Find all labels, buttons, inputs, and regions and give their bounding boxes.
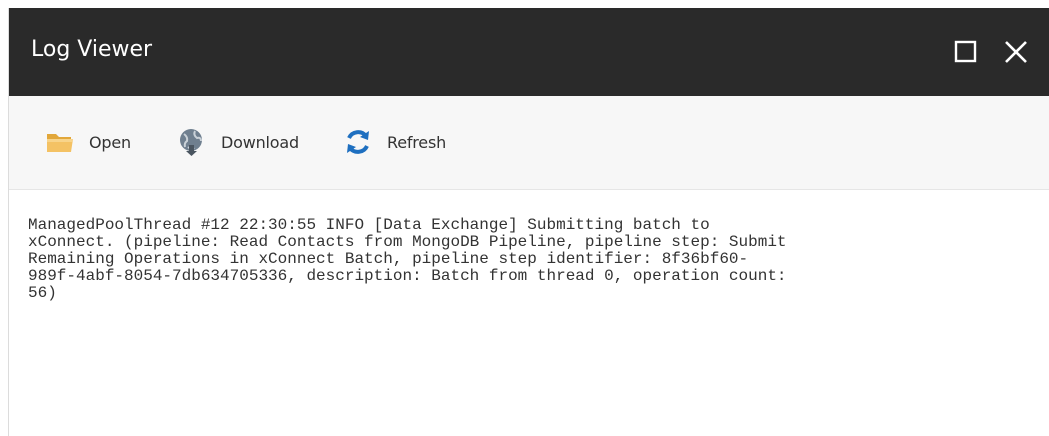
log-viewer-window: Log Viewer Open Download Refresh Managed… bbox=[8, 8, 1049, 436]
toolbar: Open Download Refresh bbox=[9, 96, 1049, 190]
log-text: ManagedPoolThread #12 22:30:55 INFO [Dat… bbox=[28, 217, 1038, 302]
log-content-area[interactable]: ManagedPoolThread #12 22:30:55 INFO [Dat… bbox=[9, 190, 1049, 436]
open-button[interactable]: Open bbox=[44, 126, 131, 158]
refresh-label: Refresh bbox=[387, 132, 447, 152]
download-label: Download bbox=[221, 132, 299, 152]
open-label: Open bbox=[89, 132, 131, 152]
maximize-button[interactable] bbox=[949, 35, 983, 69]
log-line: Remaining Operations in xConnect Batch, … bbox=[28, 250, 749, 268]
log-line: 56) bbox=[28, 284, 57, 302]
globe-download-icon bbox=[176, 126, 208, 158]
log-line: xConnect. (pipeline: Read Contacts from … bbox=[28, 233, 787, 251]
refresh-icon bbox=[342, 126, 374, 158]
maximize-icon bbox=[954, 40, 977, 63]
title-bar: Log Viewer bbox=[9, 8, 1049, 96]
log-line: ManagedPoolThread #12 22:30:55 INFO [Dat… bbox=[28, 216, 710, 234]
refresh-button[interactable]: Refresh bbox=[342, 126, 446, 158]
close-button[interactable] bbox=[999, 35, 1033, 69]
close-icon bbox=[1005, 41, 1027, 63]
download-button[interactable]: Download bbox=[176, 126, 299, 158]
log-line: 989f-4abf-8054-7db634705336, description… bbox=[28, 267, 787, 285]
window-title: Log Viewer bbox=[31, 37, 153, 62]
folder-icon bbox=[44, 126, 76, 158]
